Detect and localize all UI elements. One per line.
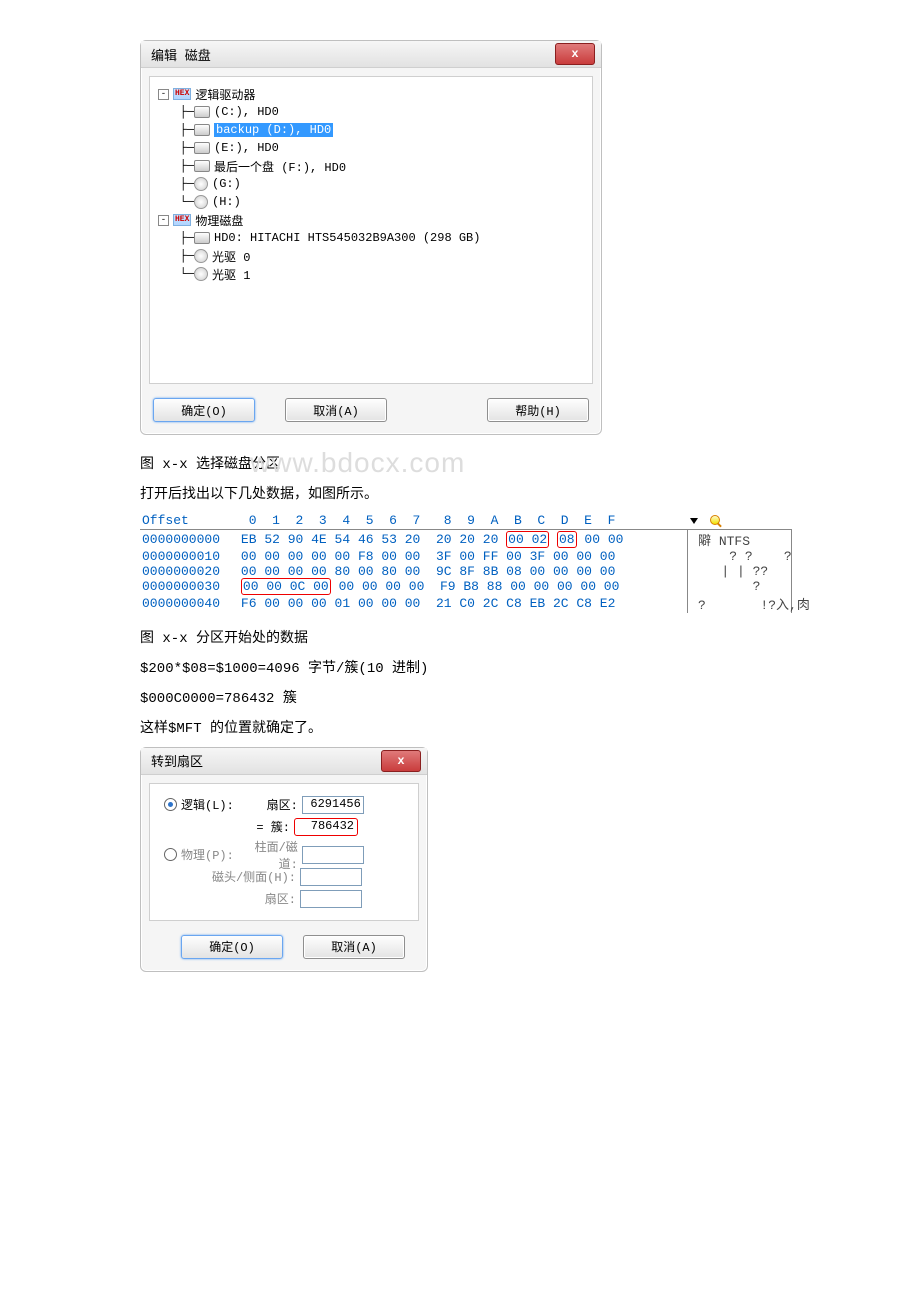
dialog-titlebar: 编辑 磁盘 x [141,41,601,68]
goto-form: 逻辑(L): 扇区: 6291456 = 簇: 786432 物理(P): 柱面… [149,783,419,921]
body-text-1: 打开后找出以下几处数据，如图所示。 [140,483,780,503]
tree-item-e[interactable]: ├─(E:), HD0 [158,139,584,157]
body-text-3: $000C0000=786432 簇 [140,687,780,707]
hex-header-cols: 0 1 2 3 4 5 6 7 8 9 A B C D E F [239,513,688,529]
sector-input[interactable]: 6291456 [302,796,364,814]
dialog-title: 编辑 磁盘 [151,45,211,64]
highlight-sectors-per-cluster: 08 [557,531,577,548]
tree-item-opt1[interactable]: └─光驱 1 [158,265,584,283]
hex-dump: Offset 0 1 2 3 4 5 6 7 8 9 A B C D E F 0… [140,513,792,613]
cancel-button[interactable]: 取消(A) [285,398,387,422]
close-button[interactable]: x [555,43,595,65]
hex-header-tools [688,513,792,529]
ok-button[interactable]: 确定(O) [181,935,283,959]
tree-item-c[interactable]: ├─(C:), HD0 [158,103,584,121]
tree-item-g[interactable]: ├─(G:) [158,175,584,193]
dialog-title: 转到扇区 [151,751,203,770]
body-text-2: $200*$08=$1000=4096 字节/簇(10 进制) [140,657,780,677]
dialog-buttons: 确定(O) 取消(A) [141,929,427,971]
tree-root-logical[interactable]: -HEX逻辑驱动器 [158,85,584,103]
goto-sector-dialog: 转到扇区 x 逻辑(L): 扇区: 6291456 = 簇: 786432 物理… [140,747,428,972]
radio-physical[interactable] [164,848,177,861]
hex-row: 0000000000 EB 52 90 4E 54 46 53 20 20 20… [140,529,792,549]
figure-caption-2: 图 x-x 分区开始处的数据 [140,627,780,647]
body-text-4: 这样$MFT 的位置就确定了。 [140,717,780,737]
cancel-button[interactable]: 取消(A) [303,935,405,959]
tree-item-h[interactable]: └─(H:) [158,193,584,211]
hex-row: 0000000040F6 00 00 00 01 00 00 00 21 C0 … [140,594,792,613]
radio-logical[interactable] [164,798,177,811]
close-button[interactable]: x [381,750,421,772]
cluster-input[interactable]: 786432 [294,818,358,836]
figure-caption-1: 图 x-x 选择磁盘分区 [140,453,780,473]
hex-row: 000000002000 00 00 00 80 00 80 00 9C 8F … [140,564,792,579]
tree-item-f[interactable]: ├─最后一个盘 (F:), HD0 [158,157,584,175]
search-icon[interactable] [710,515,722,527]
dialog-buttons: 确定(O) 取消(A) 帮助(H) [141,392,601,434]
dialog-titlebar: 转到扇区 x [141,748,427,775]
phys-sector-input [300,890,362,908]
ok-button[interactable]: 确定(O) [153,398,255,422]
cylinder-input [302,846,364,864]
hex-header-offset: Offset [140,513,239,529]
dropdown-icon[interactable] [690,518,698,524]
highlight-bytes-per-sector: 00 02 [506,531,549,548]
tree-item-opt0[interactable]: ├─光驱 0 [158,247,584,265]
tree-item-hd0[interactable]: ├─HD0: HITACHI HTS545032B9A300 (298 GB) [158,229,584,247]
hex-row: 000000001000 00 00 00 00 F8 00 00 3F 00 … [140,549,792,564]
drive-tree: -HEX逻辑驱动器 ├─(C:), HD0 ├─backup (D:), HD0… [149,76,593,384]
hex-row: 0000000030 00 00 0C 00 00 00 00 00 F9 B8… [140,579,792,594]
help-button[interactable]: 帮助(H) [487,398,589,422]
head-input [300,868,362,886]
highlight-mft-cluster: 00 00 0C 00 [241,578,331,595]
tree-item-d[interactable]: ├─backup (D:), HD0 [158,121,584,139]
edit-disk-dialog: 编辑 磁盘 x -HEX逻辑驱动器 ├─(C:), HD0 ├─backup (… [140,40,602,435]
tree-root-physical[interactable]: -HEX物理磁盘 [158,211,584,229]
